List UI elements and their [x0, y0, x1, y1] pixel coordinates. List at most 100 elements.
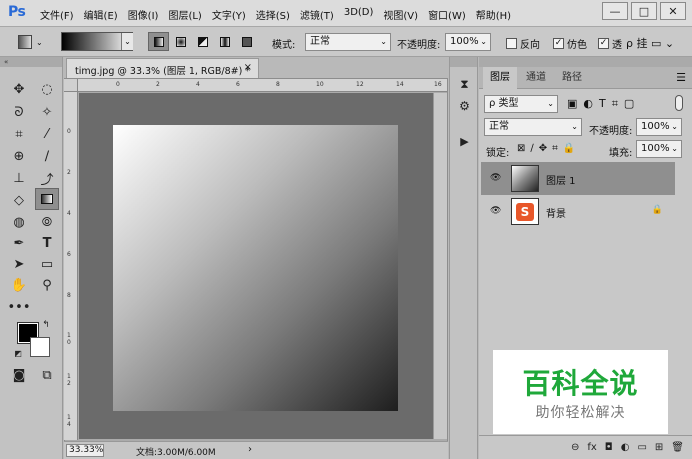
reflected-gradient-button[interactable] [214, 32, 235, 51]
dodge-tool-icon[interactable]: ⦾ [36, 212, 58, 232]
layer-opacity-input[interactable]: 100% ⌄ [636, 118, 682, 136]
layer-filter-select[interactable]: ρ 类型 ⌄ [484, 95, 558, 113]
magic-wand-tool-icon[interactable]: ✧ [36, 102, 58, 122]
swap-colors-icon[interactable]: ↰ [40, 319, 52, 331]
tab-channels[interactable]: 通道 [519, 67, 553, 89]
healing-brush-tool-icon[interactable]: ⊕ [8, 146, 30, 166]
gradient-tool-icon[interactable] [35, 188, 59, 210]
reverse-checkbox[interactable]: 反向 [506, 36, 540, 51]
zoom-level-input[interactable]: 33.33% [66, 444, 104, 457]
ruler-tick: 0 [67, 128, 71, 135]
layer-row-layer1[interactable]: 👁 图层 1 [481, 162, 675, 195]
adjustment-layer-icon[interactable]: ◐ [621, 442, 630, 453]
blend-mode-select[interactable]: 正常 ⌄ [484, 118, 582, 136]
vertical-ruler[interactable]: 0 2 4 6 8 1 0 1 2 1 4 [64, 92, 78, 440]
diamond-gradient-button[interactable] [236, 32, 257, 51]
eraser-tool-icon[interactable]: ◇ [8, 190, 30, 210]
link-layers-icon[interactable]: ⊖ [571, 442, 579, 453]
gradient-picker-chevron-icon[interactable]: ⌄ [121, 33, 133, 50]
menu-type[interactable]: 文字(Y) [212, 7, 246, 22]
opacity-input[interactable]: 100% ⌄ [445, 33, 491, 51]
toolbox-collapse-icon[interactable]: « [0, 57, 62, 67]
crop-tool-icon[interactable]: ⌗ [8, 124, 30, 144]
brush-tool-icon[interactable]: ∕ [36, 146, 58, 166]
visibility-eye-icon[interactable]: 👁 [490, 173, 501, 183]
type-tool-icon[interactable]: T [36, 233, 58, 253]
restore-button[interactable]: □ [631, 2, 657, 20]
visibility-eye-icon[interactable]: 👁 [490, 206, 501, 216]
fill-value: 100% [641, 143, 670, 154]
more-tools-icon[interactable]: ••• [8, 297, 31, 317]
path-selection-tool-icon[interactable]: ➤ [8, 254, 30, 274]
lasso-tool-icon[interactable]: ᘐ [8, 102, 30, 122]
menu-image[interactable]: 图像(I) [128, 7, 159, 22]
zoom-tool-icon[interactable]: ⚲ [36, 275, 58, 295]
status-menu-chevron-icon[interactable]: › [248, 444, 252, 455]
rectangle-tool-icon[interactable]: ▭ [36, 254, 58, 274]
close-tab-icon[interactable]: × [244, 62, 252, 73]
ruler-tick: 10 [316, 81, 324, 88]
tab-layers[interactable]: 图层 [483, 67, 517, 89]
marquee-tool-icon[interactable]: ◌ [36, 79, 58, 99]
history-panel-icon[interactable]: ⧗ [455, 77, 474, 95]
default-colors-icon[interactable]: ◩ [12, 347, 24, 359]
radial-gradient-button[interactable] [170, 32, 191, 51]
document-tab[interactable]: timg.jpg @ 33.3% (图层 1, RGB/8#) * × [66, 58, 259, 78]
screen-mode-icon[interactable]: ⧉ [36, 365, 58, 385]
lock-option-icons[interactable]: ⊠∕✥⌗🔒 [517, 143, 580, 154]
new-layer-icon[interactable]: ⊞ [655, 442, 663, 453]
menu-help[interactable]: 帮助(H) [476, 7, 511, 22]
dock-collapse-icon[interactable] [450, 57, 477, 67]
background-color-swatch[interactable] [30, 337, 50, 357]
document-size-info: 文档:3.00M/6.00M [136, 448, 216, 458]
panel-collapse-icon[interactable] [479, 57, 692, 67]
tool-preset-picker[interactable]: ⌄ [18, 33, 50, 51]
ui-mode-icons[interactable]: ρ 挂 ▭ ⌄ [626, 35, 674, 51]
delete-layer-icon[interactable]: 🗑 [671, 442, 684, 453]
history-brush-tool-icon[interactable]: ⤴ [36, 168, 58, 188]
menu-view[interactable]: 视图(V) [383, 7, 418, 22]
panel-menu-icon[interactable]: ☰ [676, 71, 686, 84]
menu-select[interactable]: 选择(S) [256, 7, 290, 22]
menu-file[interactable]: 文件(F) [40, 7, 74, 22]
clone-stamp-tool-icon[interactable]: ⊥ [8, 168, 30, 188]
app-logo: Ps [8, 4, 26, 20]
toolbox: « ✥ ◌ ᘐ ✧ ⌗ ⁄ ⊕ ∕ ⊥ ⤴ ◇ ◍ ⦾ ✒ T ➤ ▭ ✋ ⚲ … [0, 57, 63, 459]
hand-tool-icon[interactable]: ✋ [8, 275, 30, 295]
pen-tool-icon[interactable]: ✒ [8, 233, 30, 253]
move-tool-icon[interactable]: ✥ [8, 79, 30, 99]
gradient-swatch-icon [41, 194, 53, 204]
transparency-checkbox[interactable]: ✓ 透 [598, 36, 622, 51]
eyedropper-tool-icon[interactable]: ⁄ [36, 124, 58, 144]
angle-gradient-button[interactable] [192, 32, 213, 51]
fill-input[interactable]: 100% ⌄ [636, 140, 682, 158]
document-image-gradient[interactable] [113, 125, 398, 411]
blur-tool-icon[interactable]: ◍ [8, 212, 30, 232]
filter-toggle-switch[interactable] [675, 95, 683, 111]
close-button[interactable]: ✕ [660, 2, 686, 20]
layers-panel-tabs: 图层 通道 路径 ☰ [479, 67, 692, 89]
chevron-down-icon: ⌄ [671, 144, 678, 153]
menu-window[interactable]: 窗口(W) [428, 7, 466, 22]
menu-3d[interactable]: 3D(D) [344, 7, 374, 22]
vertical-scrollbar[interactable] [433, 93, 447, 439]
ruler-origin[interactable] [64, 79, 78, 92]
quick-mask-icon[interactable]: ◙ [8, 365, 30, 385]
mode-select[interactable]: 正常 ⌄ [305, 33, 391, 51]
minimize-button[interactable]: — [602, 2, 628, 20]
new-group-icon[interactable]: ▭ [637, 442, 646, 453]
layer-filter-icons[interactable]: ▣◐T⌗▢ [567, 97, 640, 111]
horizontal-ruler[interactable]: 0 2 4 6 8 10 12 14 16 [78, 79, 447, 92]
menu-layer[interactable]: 图层(L) [168, 7, 201, 22]
layer-style-fx-icon[interactable]: fx [587, 442, 596, 453]
tab-paths[interactable]: 路径 [555, 67, 589, 89]
linear-gradient-button[interactable] [148, 32, 169, 51]
linear-gradient-icon [153, 36, 164, 47]
menu-filter[interactable]: 滤镜(T) [300, 7, 334, 22]
add-mask-icon[interactable]: ◘ [605, 442, 613, 453]
layer-row-background[interactable]: 👁 S 背景 🔒 [481, 195, 675, 228]
actions-panel-play-icon[interactable]: ▶ [455, 135, 474, 153]
dither-checkbox[interactable]: ✓ 仿色 [553, 36, 587, 51]
menu-edit[interactable]: 编辑(E) [84, 7, 118, 22]
properties-panel-icon[interactable]: ⚙ [455, 99, 474, 117]
